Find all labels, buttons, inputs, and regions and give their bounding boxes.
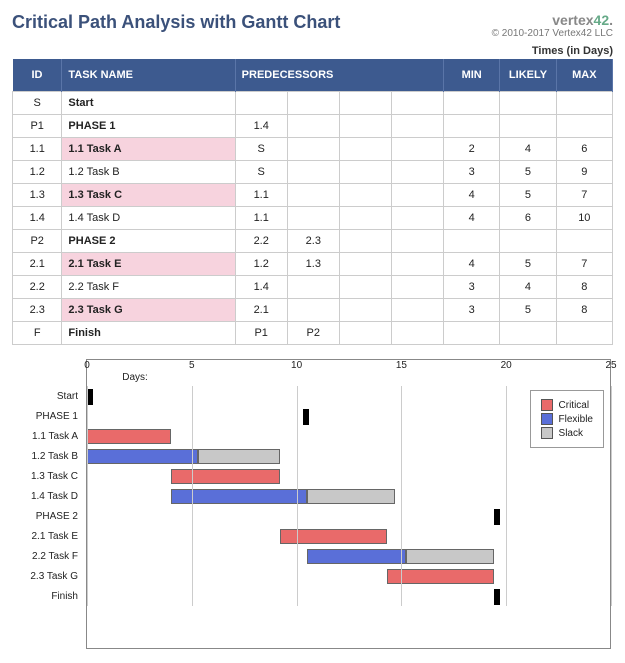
gantt-row-label: 1.2 Task B <box>12 447 82 467</box>
table-row: 1.31.3 Task C1.1457 <box>13 184 613 207</box>
times-label: Times (in Days) <box>12 39 613 59</box>
gantt-bar <box>171 469 280 484</box>
table-row: 2.12.1 Task E1.21.3457 <box>13 253 613 276</box>
gantt-row-label: 1.1 Task A <box>12 427 82 447</box>
gantt-bar <box>307 489 395 504</box>
legend: Critical Flexible Slack <box>530 390 604 448</box>
gantt-row-label: PHASE 2 <box>12 507 82 527</box>
legend-swatch-critical <box>541 399 553 411</box>
gantt-bar <box>387 569 494 584</box>
col-id: ID <box>13 59 62 92</box>
task-table: ID TASK NAME PREDECESSORS MIN LIKELY MAX… <box>12 59 613 345</box>
gantt-row-label: 2.1 Task E <box>12 527 82 547</box>
col-pred: PREDECESSORS <box>235 59 443 92</box>
gantt-bar <box>303 409 309 425</box>
table-header-row: ID TASK NAME PREDECESSORS MIN LIKELY MAX <box>13 59 613 92</box>
table-row: P2PHASE 22.22.3 <box>13 230 613 253</box>
table-row: 1.21.2 Task BS359 <box>13 161 613 184</box>
gantt-row-label: Finish <box>12 587 82 607</box>
gantt-row-label: Start <box>12 387 82 407</box>
gantt-row-label: 1.4 Task D <box>12 487 82 507</box>
page-title: Critical Path Analysis with Gantt Chart <box>12 12 340 33</box>
table-row: 2.22.2 Task F1.4348 <box>13 276 613 299</box>
table-row: P1PHASE 11.4 <box>13 115 613 138</box>
brand-block: vertex42. © 2010-2017 Vertex42 LLC <box>492 12 613 39</box>
table-row: 2.32.3 Task G2.1358 <box>13 299 613 322</box>
table-row: SStart <box>13 92 613 115</box>
col-likely: LIKELY <box>500 59 556 92</box>
gantt-bar <box>87 429 171 444</box>
legend-swatch-slack <box>541 427 553 439</box>
gantt-bar <box>494 509 500 525</box>
gantt-bar <box>307 549 406 564</box>
gantt-row-label: PHASE 1 <box>12 407 82 427</box>
col-max: MAX <box>556 59 612 92</box>
gantt-row-label: 2.2 Task F <box>12 547 82 567</box>
gantt-chart: StartPHASE 11.1 Task A1.2 Task B1.3 Task… <box>12 359 613 649</box>
table-row: 1.11.1 Task AS246 <box>13 138 613 161</box>
gantt-row-label: 1.3 Task C <box>12 467 82 487</box>
gantt-bar <box>87 449 198 464</box>
gantt-bar <box>198 449 280 464</box>
col-task: TASK NAME <box>62 59 235 92</box>
table-row: FFinishP1P2 <box>13 322 613 345</box>
col-min: MIN <box>443 59 499 92</box>
copyright: © 2010-2017 Vertex42 LLC <box>492 28 613 39</box>
gantt-bar <box>494 589 500 605</box>
gantt-row-label: 2.3 Task G <box>12 567 82 587</box>
legend-swatch-flexible <box>541 413 553 425</box>
gantt-bar <box>406 549 494 564</box>
table-row: 1.41.4 Task D1.14610 <box>13 207 613 230</box>
